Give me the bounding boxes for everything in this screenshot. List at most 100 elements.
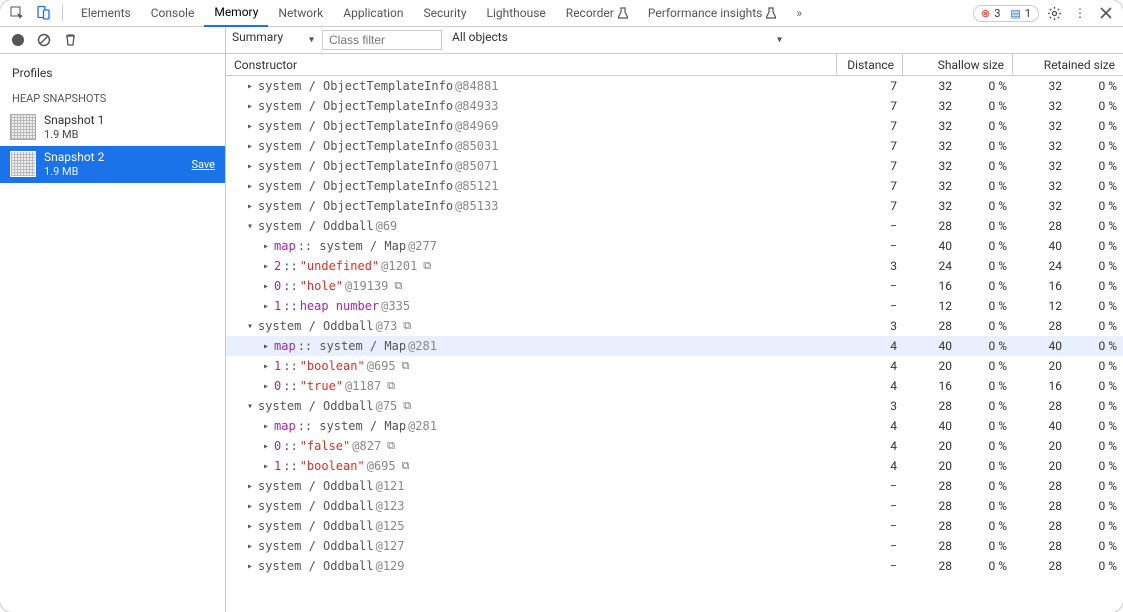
disclosure-icon[interactable]: ▸ — [244, 121, 256, 132]
device-toolbar-icon[interactable] — [32, 2, 54, 24]
close-icon[interactable] — [1095, 2, 1117, 24]
copy-icon[interactable]: ⧉ — [403, 319, 411, 333]
heap-row[interactable]: ▸system / Oddball @123−280 %280 % — [226, 496, 1123, 516]
class-filter-input[interactable] — [322, 30, 442, 50]
shallow-pct-cell: 0 % — [958, 459, 1013, 473]
retained-pct-cell: 0 % — [1068, 179, 1123, 193]
shallow-size-cell: 32 — [903, 119, 958, 133]
heap-row[interactable]: ▸system / ObjectTemplateInfo @851337320 … — [226, 196, 1123, 216]
shallow-pct-cell: 0 % — [958, 99, 1013, 113]
trash-icon[interactable] — [62, 32, 78, 48]
shallow-size-cell: 40 — [903, 239, 958, 253]
heap-row[interactable]: ▸system / Oddball @121−280 %280 % — [226, 476, 1123, 496]
retained-size-cell: 28 — [1013, 479, 1068, 493]
disclosure-icon[interactable]: ▸ — [244, 481, 256, 492]
disclosure-icon[interactable]: ▸ — [244, 161, 256, 172]
disclosure-icon[interactable]: ▸ — [244, 561, 256, 572]
heap-row[interactable]: ▸2 :: "undefined" @1201⧉3240 %240 % — [226, 256, 1123, 276]
disclosure-icon[interactable]: ▸ — [260, 441, 272, 452]
gear-icon[interactable] — [1043, 2, 1065, 24]
disclosure-icon[interactable]: ▸ — [244, 141, 256, 152]
tab-performance-insights[interactable]: Performance insights — [638, 0, 787, 27]
heap-row[interactable]: ▸0 :: "hole" @19139⧉−160 %160 % — [226, 276, 1123, 296]
snapshot-item[interactable]: Snapshot 21.9 MBSave — [0, 146, 225, 183]
inspect-icon[interactable] — [6, 2, 28, 24]
clear-icon[interactable] — [36, 32, 52, 48]
heap-row[interactable]: ▸1 :: "boolean" @695⧉4200 %200 % — [226, 456, 1123, 476]
tab-elements[interactable]: Elements — [71, 0, 141, 27]
heap-row[interactable]: ▸1 :: "boolean" @695⧉4200 %200 % — [226, 356, 1123, 376]
heap-row[interactable]: ▸0 :: "false" @827⧉4200 %200 % — [226, 436, 1123, 456]
heap-row[interactable]: ▸system / Oddball @125−280 %280 % — [226, 516, 1123, 536]
heap-row[interactable]: ▸system / ObjectTemplateInfo @851217320 … — [226, 176, 1123, 196]
tab-network[interactable]: Network — [268, 0, 333, 27]
disclosure-icon[interactable]: ▸ — [260, 461, 272, 472]
heap-row[interactable]: ▸0 :: "true" @1187⧉4160 %160 % — [226, 376, 1123, 396]
disclosure-icon[interactable]: ▾ — [244, 401, 256, 412]
disclosure-icon[interactable]: ▸ — [260, 361, 272, 372]
heap-row[interactable]: ▸system / ObjectTemplateInfo @850317320 … — [226, 136, 1123, 156]
disclosure-icon[interactable]: ▸ — [260, 241, 272, 252]
record-icon[interactable] — [10, 32, 26, 48]
heap-row[interactable]: ▸map :: system / Map @2814400 %400 % — [226, 416, 1123, 436]
disclosure-icon[interactable]: ▸ — [244, 101, 256, 112]
heap-row[interactable]: ▸1 :: heap number @335−120 %120 % — [226, 296, 1123, 316]
more-tabs-icon[interactable]: » — [796, 6, 802, 20]
heap-row[interactable]: ▸map :: system / Map @2814400 %400 % — [226, 336, 1123, 356]
retained-pct-cell: 0 % — [1068, 239, 1123, 253]
distance-cell: − — [837, 559, 903, 573]
disclosure-icon[interactable]: ▸ — [244, 201, 256, 212]
constructor-cell: ▸0 :: "true" @1187⧉ — [226, 379, 837, 393]
col-shallow[interactable]: Shallow size — [903, 54, 1013, 75]
disclosure-icon[interactable]: ▸ — [260, 421, 272, 432]
tab-console[interactable]: Console — [141, 0, 205, 27]
disclosure-icon[interactable]: ▸ — [260, 381, 272, 392]
disclosure-icon[interactable]: ▸ — [244, 521, 256, 532]
copy-icon[interactable]: ⧉ — [402, 359, 410, 373]
heap-row[interactable]: ▸system / ObjectTemplateInfo @848817320 … — [226, 76, 1123, 96]
copy-icon[interactable]: ⧉ — [423, 259, 431, 273]
disclosure-icon[interactable]: ▸ — [260, 301, 272, 312]
tab-lighthouse[interactable]: Lighthouse — [477, 0, 556, 27]
tab-security[interactable]: Security — [414, 0, 477, 27]
snapshot-save-link[interactable]: Save — [191, 158, 215, 171]
distance-cell: − — [837, 499, 903, 513]
tab-memory[interactable]: Memory — [204, 0, 268, 27]
disclosure-icon[interactable]: ▾ — [244, 321, 256, 332]
disclosure-icon[interactable]: ▸ — [244, 501, 256, 512]
copy-icon[interactable]: ⧉ — [387, 439, 395, 453]
heap-row[interactable]: ▸system / ObjectTemplateInfo @850717320 … — [226, 156, 1123, 176]
issue-counter[interactable]: ⊗3 ▤1 — [973, 5, 1039, 22]
tab-recorder[interactable]: Recorder — [556, 0, 638, 27]
col-distance[interactable]: Distance — [837, 54, 903, 75]
tab-application[interactable]: Application — [333, 0, 413, 27]
disclosure-icon[interactable]: ▸ — [260, 261, 272, 272]
copy-icon[interactable]: ⧉ — [403, 399, 411, 413]
heap-row[interactable]: ▾system / Oddball @75⧉3280 %280 % — [226, 396, 1123, 416]
heap-row[interactable]: ▸system / ObjectTemplateInfo @849337320 … — [226, 96, 1123, 116]
col-retained[interactable]: Retained size — [1013, 54, 1123, 75]
constructor-cell: ▾system / Oddball @73⧉ — [226, 319, 837, 333]
shallow-size-cell: 20 — [903, 439, 958, 453]
disclosure-icon[interactable]: ▸ — [260, 341, 272, 352]
disclosure-icon[interactable]: ▸ — [244, 181, 256, 192]
col-constructor[interactable]: Constructor — [226, 54, 837, 75]
heap-row[interactable]: ▸map :: system / Map @277−400 %400 % — [226, 236, 1123, 256]
heap-row[interactable]: ▾system / Oddball @73⧉3280 %280 % — [226, 316, 1123, 336]
kebab-icon[interactable]: ⋮ — [1069, 2, 1091, 24]
disclosure-icon[interactable]: ▸ — [244, 541, 256, 552]
copy-icon[interactable]: ⧉ — [387, 379, 395, 393]
view-select[interactable]: Summary — [226, 30, 318, 50]
object-scope-select[interactable]: All objects — [446, 30, 786, 50]
copy-icon[interactable]: ⧉ — [394, 279, 402, 293]
heap-row[interactable]: ▾system / Oddball @69−280 %280 % — [226, 216, 1123, 236]
copy-icon[interactable]: ⧉ — [402, 459, 410, 473]
heap-row[interactable]: ▸system / Oddball @127−280 %280 % — [226, 536, 1123, 556]
disclosure-icon[interactable]: ▸ — [244, 81, 256, 92]
heap-row[interactable]: ▸system / ObjectTemplateInfo @849697320 … — [226, 116, 1123, 136]
disclosure-icon[interactable]: ▾ — [244, 221, 256, 232]
snapshot-item[interactable]: Snapshot 11.9 MB — [0, 109, 225, 146]
heap-row[interactable]: ▸system / Oddball @129−280 %280 % — [226, 556, 1123, 576]
disclosure-icon[interactable]: ▸ — [260, 281, 272, 292]
shallow-size-cell: 32 — [903, 79, 958, 93]
